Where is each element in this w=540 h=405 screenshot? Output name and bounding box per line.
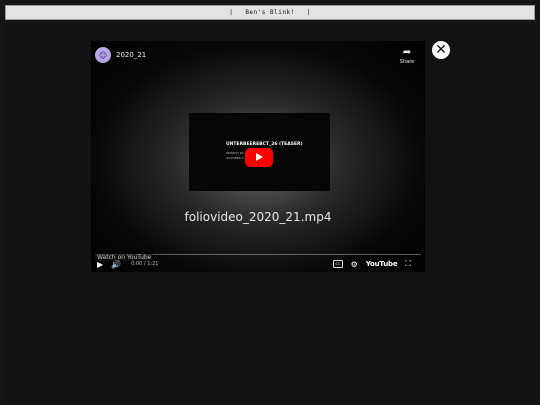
top-bar: | Ben's Blink! |: [5, 5, 535, 20]
share-label: Share: [399, 59, 415, 65]
channel-name[interactable]: 2020_21: [116, 51, 146, 59]
video-file-name: foliovideo_2020_21.mp4: [184, 210, 332, 224]
thumbnail-line: OCTOBER 2...: [226, 156, 247, 160]
fullscreen-icon[interactable]: ⛶: [405, 259, 411, 269]
play-icon[interactable]: ▶: [97, 260, 103, 269]
channel-avatar[interactable]: ☺: [95, 47, 111, 63]
settings-gear-icon[interactable]: ⚙: [351, 260, 358, 269]
video-player[interactable]: ☺ 2020_21 ➦ Share UNTERBEEREBCT_26 (TEAS…: [91, 41, 425, 272]
time-display: 0:00 / 1:21: [131, 261, 159, 267]
share-button[interactable]: ➦ Share: [397, 47, 417, 65]
youtube-play-button[interactable]: [245, 148, 273, 167]
site-title[interactable]: Ben's Blink!: [245, 9, 294, 16]
video-thumbnail[interactable]: UNTERBEEREBCT_26 (TEASER) PROJECT PA... …: [189, 113, 330, 191]
thumbnail-line: PROJECT PA...: [226, 151, 247, 155]
channel-info[interactable]: ☺ 2020_21: [95, 47, 146, 63]
youtube-logo[interactable]: YouTube: [366, 260, 398, 268]
share-icon: ➦: [402, 47, 412, 58]
top-bar-separator-left: |: [229, 9, 234, 16]
close-icon: ✕: [435, 42, 447, 58]
captions-icon[interactable]: cc: [332, 260, 343, 268]
close-button[interactable]: ✕: [432, 41, 450, 59]
volume-icon[interactable]: 🔊: [111, 260, 121, 269]
top-bar-separator-right: |: [306, 9, 311, 16]
player-controls: ▶ 🔊 0:00 / 1:21 cc ⚙ YouTube ⛶: [91, 256, 425, 272]
thumbnail-title: UNTERBEEREBCT_26 (TEASER): [226, 142, 303, 147]
